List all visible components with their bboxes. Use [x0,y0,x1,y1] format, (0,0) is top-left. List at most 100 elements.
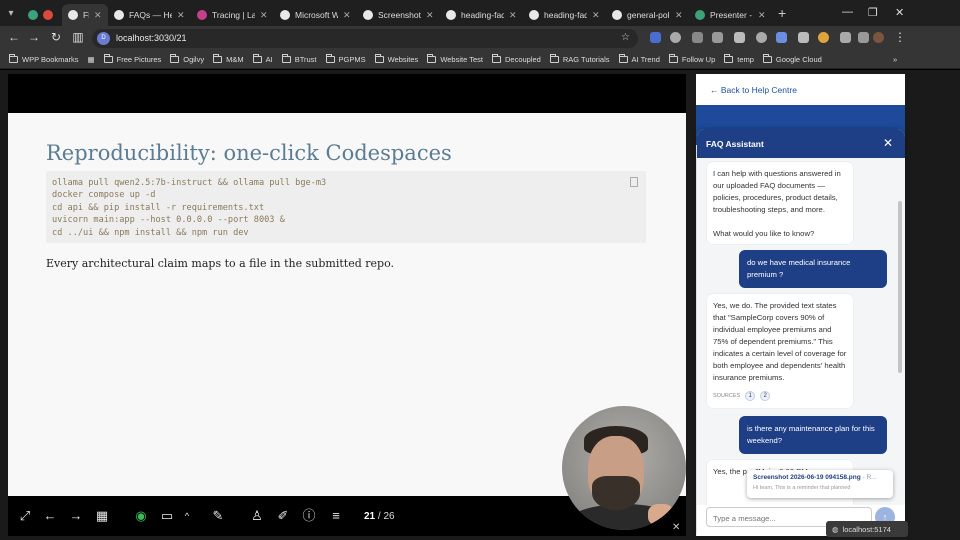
chevron-up-icon[interactable]: ^ [178,509,196,523]
folder-icon [491,53,501,63]
source-chip[interactable]: 2 [760,391,771,401]
bookmark-wpp[interactable]: WPP Bookmarks [9,53,79,64]
tab-6[interactable]: heading-faq ✕ [440,4,523,26]
extension-icon[interactable] [798,32,809,43]
back-button[interactable]: ← [6,30,22,44]
bookmark-pgpms[interactable]: PGPMS [325,53,366,64]
bookmark-free-pictures[interactable]: Free Pictures [103,53,161,64]
extension-icon[interactable] [776,32,787,43]
tab-close-icon[interactable]: ✕ [260,10,268,21]
fullscreen-icon[interactable]: ⤢ [16,509,34,523]
forward-button[interactable]: → [26,30,42,44]
close-overlay-icon[interactable]: ✕ [672,522,680,533]
edit-icon[interactable]: ✐ [274,509,292,523]
tab-strip: ▾ Fl ✕ FAQs — Help ✕ Tracing | Lan ✕ Mic… [0,0,960,26]
copy-icon[interactable] [630,177,638,187]
tab-close-icon[interactable]: ✕ [94,10,102,21]
side-panel-icon[interactable]: ▥ [70,30,86,44]
bookmark-star-icon[interactable]: ☆ [621,32,630,43]
slide-title: Reproducibility: one-click Codespaces [46,141,452,165]
tab-7[interactable]: heading-faq ✕ [523,4,606,26]
presenter-icon[interactable]: ♙ [248,509,266,523]
tab-search-icon[interactable]: ▾ [0,0,22,26]
extension-icon[interactable] [756,32,767,43]
folder-icon [549,53,559,63]
user-message: do we have medical insurance premium ? [739,250,887,288]
tab-close-icon[interactable]: ✕ [758,10,766,21]
tab-label: Presenter - E [710,10,753,20]
faq-title: FAQ Assistant [706,139,764,149]
bookmark-mm[interactable]: M&M [213,53,244,64]
info-icon[interactable]: ⓘ [300,509,318,523]
folder-icon [9,53,18,63]
folder-icon [762,53,772,63]
avatar[interactable] [873,32,884,43]
bookmark-label: AI Trend [631,54,660,64]
tab-close-icon[interactable]: ✕ [509,10,517,21]
extension-icon[interactable] [734,32,745,43]
chat-messages[interactable]: I can help with questions answered in ou… [697,158,905,505]
tab-8[interactable]: general-polic ✕ [606,4,689,26]
extension-icon[interactable] [670,32,681,43]
bookmark-ai[interactable]: AI [252,53,273,64]
back-to-help-link[interactable]: ← Back to Help Centre [710,85,797,95]
extension-icon[interactable] [692,32,703,43]
grid-view-icon[interactable]: ▦ [93,509,111,523]
webcam-overlay[interactable] [562,406,686,530]
bookmark-website-test[interactable]: Website Test [427,53,483,64]
extension-icon[interactable] [650,32,661,43]
url-field[interactable]: D localhost:3030/21 ☆ [92,29,638,48]
camera-user-icon[interactable]: ◉ [132,509,150,523]
bookmark-follow-up[interactable]: Follow Up [668,53,715,64]
bookmark-btrust[interactable]: BTrust [281,53,317,64]
video-camera-icon[interactable]: ▭ [158,509,176,523]
tab-3[interactable]: Tracing | Lan ✕ [191,4,274,26]
prev-slide-button[interactable]: ← [41,509,59,523]
bookmark-temp[interactable]: temp [724,53,754,64]
chrome-profile-icon[interactable] [818,32,829,43]
bookmark-ogilvy[interactable]: Ogilvy [170,53,205,64]
tab-close-icon[interactable]: ✕ [426,10,434,21]
user-message: is there any maintenance plan for this w… [739,416,887,454]
tab-2[interactable]: FAQs — Help ✕ [108,4,191,26]
more-bookmarks-icon[interactable]: » [893,55,897,64]
restore-button[interactable]: ❐ [868,6,878,19]
bookmark-decoupled[interactable]: Decoupled [491,53,541,64]
tab-5[interactable]: Screenshot 2 ✕ [357,4,440,26]
settings-sliders-icon[interactable]: ≡ [327,509,345,523]
pen-icon[interactable]: ✎ [209,509,227,523]
source-chip[interactable]: 1 [745,391,756,401]
tab-close-icon[interactable]: ✕ [592,10,600,21]
bookmark-rag-tutorials[interactable]: RAG Tutorials [549,53,610,64]
bookmark-ai-trend[interactable]: AI Trend [618,53,660,64]
reload-button[interactable]: ↻ [48,30,64,44]
bookmark-websites[interactable]: Websites [374,53,418,64]
code-line: cd ../ui && npm install && npm run dev [52,227,249,238]
extension-icon[interactable] [712,32,723,43]
tab-close-icon[interactable]: ✕ [343,10,351,21]
next-slide-button[interactable]: → [67,509,85,523]
tab-close-icon[interactable]: ✕ [177,10,185,21]
minimize-button[interactable]: — [842,6,853,18]
tab-0[interactable] [22,4,62,26]
close-icon[interactable]: ✕ [883,136,893,150]
sidebar-icon[interactable] [858,32,869,43]
code-block: ollama pull qwen2.5:7b-instruct && ollam… [46,171,646,243]
window-close-button[interactable]: ✕ [895,6,904,19]
tab-1[interactable]: Fl ✕ [62,4,108,26]
bookmark-label: Google Cloud [775,54,822,64]
puzzle-icon[interactable] [840,32,851,43]
tab-4[interactable]: Microsoft W ✕ [274,4,357,26]
chat-scrollbar[interactable] [898,201,902,373]
url-text[interactable]: localhost:3030/21 [116,33,187,43]
tab-close-icon[interactable]: ✕ [675,10,683,21]
tab-label: heading-faq [544,10,587,20]
tab-9[interactable]: Presenter - E ✕ [689,4,772,26]
code-line: ollama pull qwen2.5:7b-instruct && ollam… [52,178,327,188]
bookmark-label: Ogilvy [183,54,205,64]
apps-icon[interactable]: ▦ [88,55,95,64]
menu-icon[interactable]: ⋮ [892,30,908,44]
new-tab-button[interactable]: + [778,5,786,21]
bookmark-google-cloud[interactable]: Google Cloud [762,53,822,64]
bookmark-label: Decoupled [504,54,541,64]
